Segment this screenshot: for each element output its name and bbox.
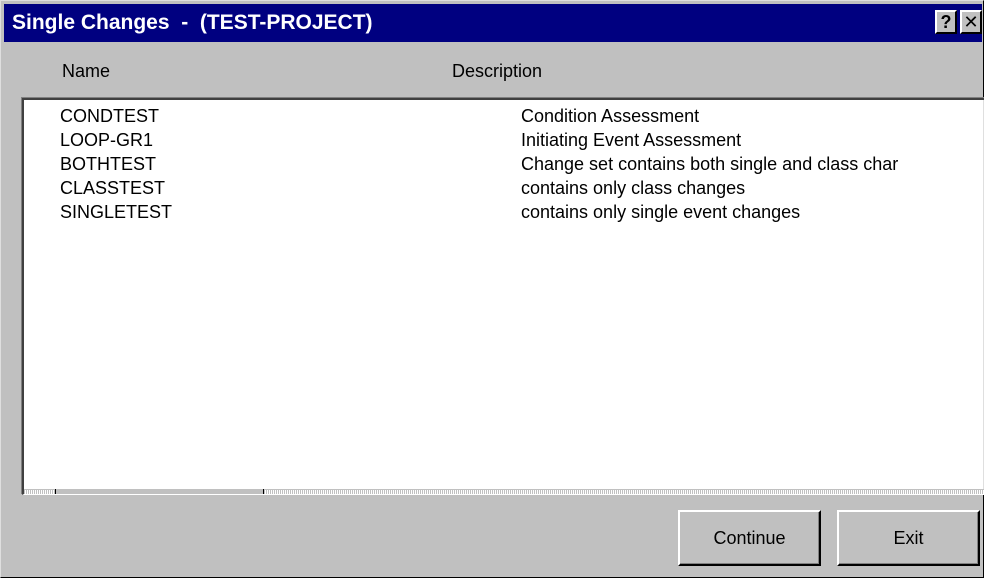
horizontal-scrollbar[interactable] [24,489,984,494]
list-item[interactable]: LOOP-GR1 Initiating Event Assessment [24,130,984,154]
list-item-description: contains only single event changes [521,202,801,222]
column-header-description: Description [452,61,543,81]
close-icon: ✕ [963,12,979,32]
list-item-description: Condition Assessment [521,106,700,126]
list-item[interactable]: CLASSTEST contains only class changes [24,178,984,202]
list-item-description: contains only class changes [521,178,746,198]
continue-button-label: Continue [713,527,786,548]
continue-button[interactable]: Continue [678,510,821,566]
list-item-description: Change set contains both single and clas… [521,154,899,174]
list-item[interactable]: SINGLETEST contains only single event ch… [24,202,984,226]
help-button[interactable]: ? [935,10,957,34]
window-title: Single Changes - (TEST-PROJECT) [12,11,373,34]
title-bar[interactable]: Single Changes - (TEST-PROJECT) ? ✕ [4,4,982,42]
help-icon: ? [940,12,952,32]
column-header-name: Name [62,61,111,81]
list-item[interactable]: CONDTEST Condition Assessment [24,106,984,130]
exit-button-label: Exit [893,527,924,548]
change-set-list[interactable]: CONDTEST Condition Assessment LOOP-GR1 I… [22,98,984,495]
list-item-name: SINGLETEST [60,202,173,222]
scrollbar-thumb[interactable] [55,489,264,494]
list-item[interactable]: BOTHTEST Change set contains both single… [24,154,984,178]
list-item-description: Initiating Event Assessment [521,130,742,150]
list-item-name: BOTHTEST [60,154,157,174]
single-changes-dialog: Single Changes - (TEST-PROJECT) ? ✕ Name… [0,0,984,578]
list-item-name: LOOP-GR1 [60,130,154,150]
list-item-name: CLASSTEST [60,178,166,198]
exit-button[interactable]: Exit [837,510,980,566]
list-item-name: CONDTEST [60,106,159,126]
close-button[interactable]: ✕ [960,10,982,34]
